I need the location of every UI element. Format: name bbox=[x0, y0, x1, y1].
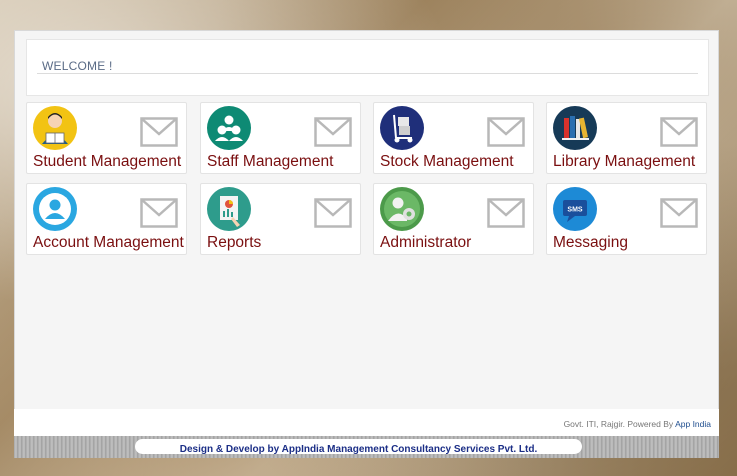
footer-credit: Govt. ITI, Rajgir. Powered By App India bbox=[564, 419, 711, 429]
tile-label: Administrator bbox=[380, 234, 472, 251]
dashboard-panel: WELCOME ! Student Management Staff Manag… bbox=[14, 30, 719, 410]
tile-student-management[interactable]: Student Management bbox=[26, 102, 187, 174]
footer-bar: Design & Develop by AppIndia Management … bbox=[14, 436, 719, 458]
design-credit: Design & Develop by AppIndia Management … bbox=[135, 439, 582, 455]
tile-label: Reports bbox=[207, 234, 262, 251]
tile-library-management[interactable]: Library Management bbox=[546, 102, 707, 174]
stock-icon bbox=[380, 106, 424, 150]
svg-text:SMS: SMS bbox=[567, 207, 583, 214]
divider bbox=[37, 73, 698, 74]
tile-staff-management[interactable]: Staff Management bbox=[200, 102, 361, 174]
tile-account-management[interactable]: Account Management bbox=[26, 183, 187, 255]
mail-icon bbox=[660, 198, 698, 228]
tile-label: Messaging bbox=[553, 234, 628, 251]
reports-icon bbox=[207, 187, 251, 231]
mail-icon bbox=[140, 198, 178, 228]
credit-brand-link[interactable]: App India bbox=[675, 419, 711, 429]
welcome-title: WELCOME ! bbox=[42, 59, 113, 73]
tile-label: Account Management bbox=[33, 234, 184, 251]
mail-icon bbox=[314, 117, 352, 147]
welcome-box: WELCOME ! bbox=[26, 39, 709, 96]
administrator-icon bbox=[380, 187, 424, 231]
tile-label: Stock Management bbox=[380, 153, 514, 170]
mail-icon bbox=[140, 117, 178, 147]
design-credit-text: Design & Develop by AppIndia Management … bbox=[179, 444, 538, 455]
messaging-icon: SMS bbox=[553, 187, 597, 231]
account-icon bbox=[33, 187, 77, 231]
tile-administrator[interactable]: Administrator bbox=[373, 183, 534, 255]
mail-icon bbox=[660, 117, 698, 147]
library-icon bbox=[553, 106, 597, 150]
tile-label: Staff Management bbox=[207, 153, 334, 170]
tile-label: Library Management bbox=[553, 153, 696, 170]
mail-icon bbox=[487, 198, 525, 228]
tile-stock-management[interactable]: Stock Management bbox=[373, 102, 534, 174]
student-icon bbox=[33, 106, 77, 150]
tile-reports[interactable]: Reports bbox=[200, 183, 361, 255]
tile-messaging[interactable]: SMS Messaging bbox=[546, 183, 707, 255]
tile-label: Student Management bbox=[33, 153, 182, 170]
staff-icon bbox=[207, 106, 251, 150]
footer: Govt. ITI, Rajgir. Powered By App India bbox=[14, 409, 719, 436]
credit-prefix: Govt. ITI, Rajgir. Powered By bbox=[563, 419, 674, 429]
mail-icon bbox=[487, 117, 525, 147]
mail-icon bbox=[314, 198, 352, 228]
